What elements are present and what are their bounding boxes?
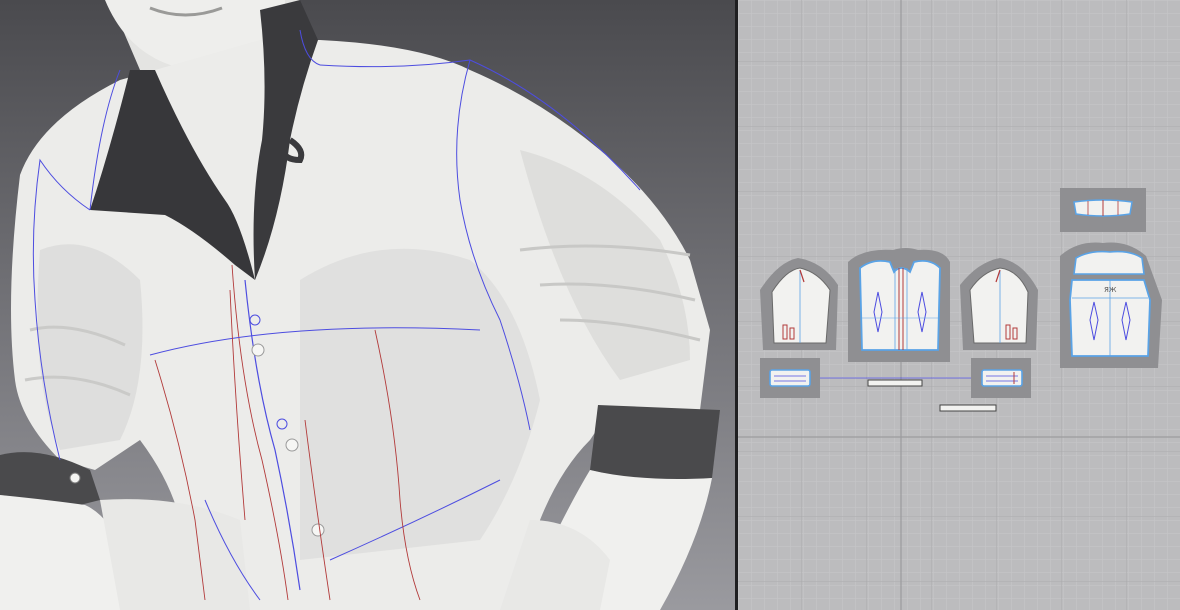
shirt-button xyxy=(285,438,299,452)
left-cuff-button xyxy=(69,472,81,484)
pattern-canvas: ЯЖ xyxy=(738,0,1180,610)
avatar-3d-scene xyxy=(0,0,720,610)
cuff-piece-icon[interactable] xyxy=(971,358,1031,398)
collar-piece-icon[interactable] xyxy=(1060,188,1146,232)
back-piece-icon[interactable]: ЯЖ xyxy=(1060,242,1162,368)
garment-editor: ЯЖ xyxy=(0,0,1180,610)
front-piece-icon[interactable] xyxy=(848,248,950,362)
strip-piece-icon[interactable] xyxy=(939,404,997,412)
avatar-3d-view[interactable] xyxy=(0,0,735,610)
svg-text:ЯЖ: ЯЖ xyxy=(1104,286,1117,294)
placket-piece-icon[interactable] xyxy=(867,379,923,387)
shirt-button xyxy=(311,523,325,537)
cuff-piece-icon[interactable] xyxy=(760,358,820,398)
shirt-button xyxy=(251,343,265,357)
pattern-2d-view[interactable]: ЯЖ xyxy=(738,0,1180,610)
right-cuff xyxy=(590,405,720,481)
